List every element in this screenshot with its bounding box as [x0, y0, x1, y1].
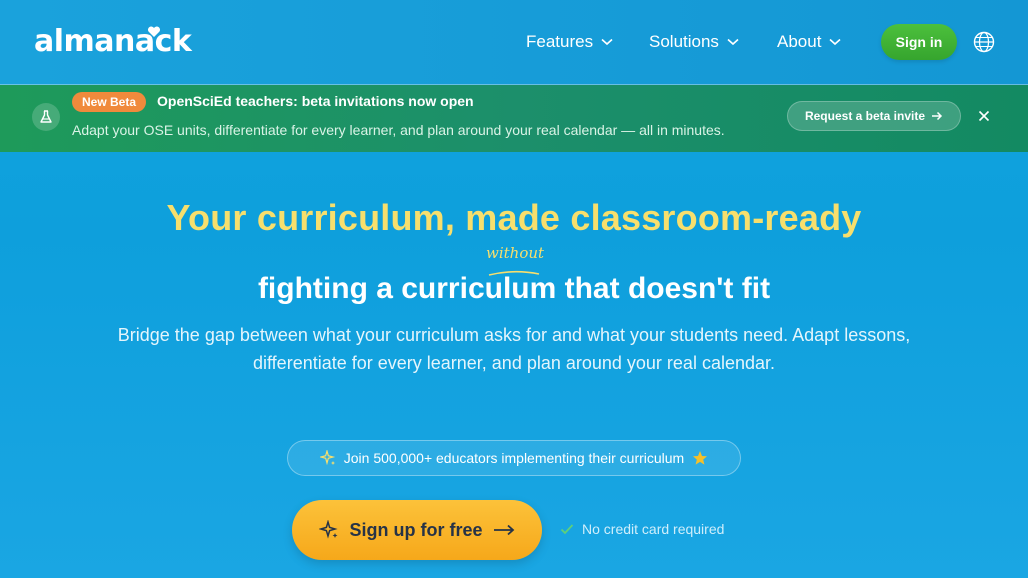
hero-description: Bridge the gap between what your curricu…: [117, 325, 911, 373]
star-icon: [693, 451, 708, 465]
hero-subtitle: fighting a curriculum that doesn't fit: [257, 272, 771, 305]
globe-icon[interactable]: [973, 31, 995, 53]
banner-subtitle: Adapt your OSE units, differentiate for …: [72, 122, 725, 138]
beta-banner: New Beta OpenSciEd teachers: beta invita…: [0, 85, 1028, 152]
logo[interactable]: almanack: [34, 24, 192, 59]
arrow-right-icon: [493, 524, 514, 536]
flask-icon: [40, 110, 52, 123]
request-beta-invite-label: Request a beta invite: [804, 109, 926, 123]
no-credit-card-text: No credit card required: [582, 521, 725, 537]
social-proof-pill: Join 500,000+ educators implementing the…: [287, 440, 741, 476]
heart-icon: [147, 26, 161, 37]
nav-features-label: Features: [526, 32, 594, 51]
signup-button[interactable]: Sign up for free: [292, 500, 542, 560]
nav-solutions-label: Solutions: [649, 32, 719, 51]
check-icon: [560, 524, 574, 535]
nav-solutions[interactable]: Solutions: [649, 32, 739, 52]
hero-title: Your curriculum, made classroom-ready: [166, 197, 862, 238]
no-credit-card-note: No credit card required: [560, 521, 724, 537]
new-beta-badge: New Beta: [72, 92, 147, 112]
close-icon[interactable]: [977, 109, 991, 123]
sparkle-icon: [319, 450, 336, 466]
signin-button[interactable]: Sign in: [881, 24, 957, 60]
request-beta-invite-button[interactable]: Request a beta invite: [787, 101, 961, 131]
flask-icon-wrap: [32, 103, 60, 131]
nav-about[interactable]: About: [777, 32, 841, 52]
join-text: Join 500,000+ educators implementing the…: [343, 450, 685, 466]
chevron-down-icon: [727, 38, 739, 46]
nav-about-label: About: [777, 32, 822, 51]
top-nav: almanack Features Solutions About Sign i…: [0, 0, 1028, 85]
banner-title: OpenSciEd teachers: beta invitations now…: [157, 93, 474, 109]
sparkle-icon: [319, 520, 339, 539]
arrow-right-icon: [932, 111, 943, 121]
without-annotation: without: [486, 244, 545, 262]
nav-features[interactable]: Features: [526, 32, 613, 52]
signup-label: Sign up for free: [349, 519, 483, 540]
chevron-down-icon: [829, 38, 841, 46]
chevron-down-icon: [601, 38, 613, 46]
